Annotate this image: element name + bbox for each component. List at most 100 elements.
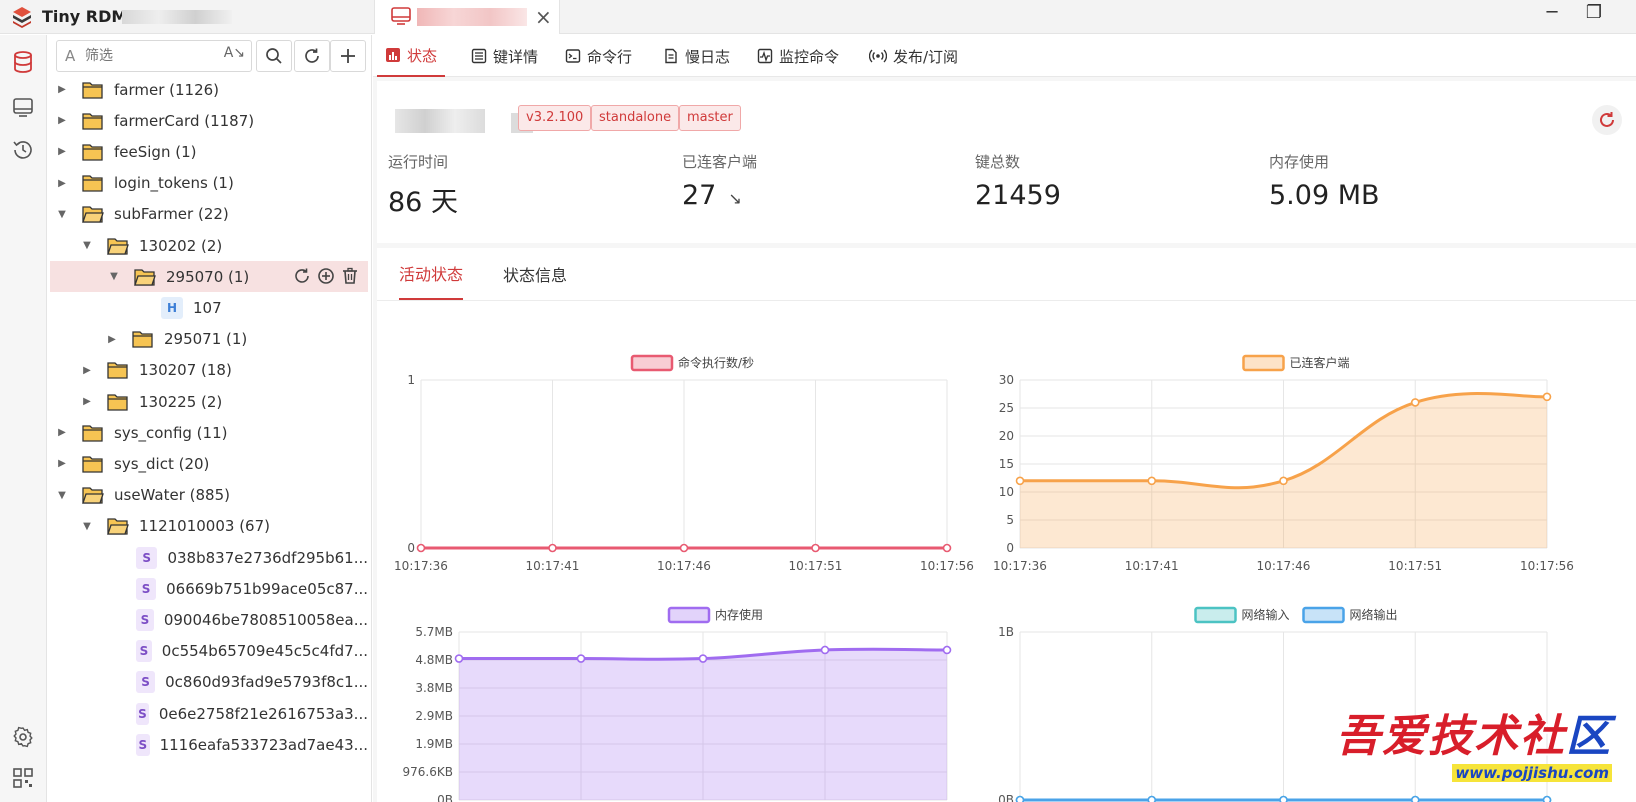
log-icon	[663, 48, 679, 64]
filter-type-label[interactable]: A	[65, 47, 75, 65]
tree-key-row[interactable]: S 038b837e2736df295b61...	[48, 542, 368, 573]
role-tag: master	[679, 105, 741, 131]
tree-folder-row[interactable]: ▼ 130202 (2)	[48, 230, 368, 261]
data-point	[1410, 795, 1420, 802]
history-icon[interactable]	[6, 133, 40, 167]
caret-right-icon[interactable]: ▶	[56, 458, 68, 469]
refresh-icon	[305, 48, 319, 63]
reload-icon[interactable]	[292, 265, 312, 287]
folder-icon	[107, 362, 128, 379]
clients-value: 27	[682, 180, 717, 211]
caret-down-icon[interactable]: ▼	[56, 490, 68, 501]
string-type-badge: S	[136, 640, 152, 663]
y-tick-label: 15	[999, 457, 1014, 471]
tree-key-row[interactable]: S 1116eafa533723ad7ae43...	[48, 729, 368, 760]
grid-icon[interactable]	[6, 761, 40, 795]
nav-rail	[0, 35, 47, 802]
minimize-button[interactable]: ─	[1534, 2, 1570, 23]
tree-folder-row[interactable]: ▶ feeSign (1)	[48, 136, 368, 167]
caret-right-icon[interactable]: ▶	[56, 178, 68, 189]
tree-folder-row[interactable]: ▶ sys_config (11)	[48, 417, 368, 448]
auto-refresh-button[interactable]	[1592, 105, 1622, 135]
caret-right-icon[interactable]: ▶	[56, 115, 68, 126]
data-point	[1542, 795, 1552, 802]
folder-open-icon	[134, 269, 156, 286]
caret-down-icon[interactable]: ▼	[81, 240, 93, 251]
tree-folder-row[interactable]: ▼ subFarmer (22)	[48, 199, 368, 230]
tree-row-label: useWater (885)	[114, 486, 230, 505]
tab-bar-chart[interactable]: 状态	[377, 35, 446, 77]
x-tick-label: 10:17:41	[1125, 559, 1179, 573]
tab-label: 监控命令	[779, 47, 840, 66]
version-tag: v3.2.100	[518, 105, 592, 131]
tab-pulse[interactable]: 监控命令	[749, 35, 847, 77]
trend-down-icon: ↘	[728, 189, 742, 208]
caret-right-icon[interactable]: ▶	[56, 146, 68, 157]
caret-down-icon[interactable]: ▼	[81, 521, 93, 532]
stat-value: 27 ↘	[682, 180, 757, 211]
tree-key-row[interactable]: S 06669b751b99ace05c87...	[48, 573, 368, 604]
trash-icon[interactable]	[340, 265, 360, 287]
caret-down-icon[interactable]: ▼	[108, 271, 120, 282]
y-tick-label: 5.7MB	[415, 625, 453, 639]
tree-row-label: feeSign (1)	[114, 142, 197, 161]
tree-folder-row[interactable]: ▶ 130207 (18)	[48, 355, 368, 386]
caret-right-icon[interactable]: ▶	[81, 365, 93, 376]
redacted-connection-name	[122, 10, 232, 24]
data-point	[1147, 795, 1157, 802]
tree-folder-row[interactable]: ▶ 295071 (1)	[48, 324, 368, 355]
string-type-badge: S	[136, 546, 158, 569]
redacted-tab-name	[417, 8, 527, 26]
watermark-text-red: 吾爱技术社	[1336, 711, 1566, 762]
tree-key-row[interactable]: S 0c554b65709e45c5c4fd7...	[48, 636, 368, 667]
connection-tab[interactable]: ×	[374, 0, 560, 34]
data-point	[1279, 795, 1288, 802]
data-point	[1147, 476, 1157, 486]
filter-bar: A A↘	[56, 40, 366, 72]
filter-input[interactable]	[85, 45, 215, 67]
tree-folder-row[interactable]: ▶ login_tokens (1)	[48, 168, 368, 199]
tab-log[interactable]: 慢日志	[655, 35, 738, 77]
caret-right-icon[interactable]: ▶	[106, 334, 118, 345]
tree-key-row[interactable]: H 107	[48, 292, 368, 323]
data-point	[679, 543, 689, 553]
data-point	[1015, 795, 1025, 802]
tree-row-label: 0c554b65709e45c5c4fd7...	[161, 642, 368, 661]
settings-icon[interactable]	[6, 720, 40, 754]
close-tab-icon[interactable]: ×	[535, 5, 552, 29]
stat-value: 5.09 MB	[1269, 180, 1380, 211]
tree-folder-row[interactable]: ▼ 1121010003 (67)	[48, 511, 368, 542]
y-tick-label: 976.6KB	[403, 765, 453, 779]
caret-right-icon[interactable]: ▶	[56, 84, 68, 95]
caret-right-icon[interactable]: ▶	[56, 427, 68, 438]
add-key-button[interactable]	[330, 40, 366, 72]
sort-icon[interactable]: A↘	[224, 45, 245, 61]
tree-key-row[interactable]: S 0e6e2758f21e2616753a3...	[48, 698, 368, 729]
tab-list[interactable]: 键详情	[463, 35, 546, 77]
caret-right-icon[interactable]: ▶	[81, 396, 93, 407]
add-circle-icon[interactable]	[316, 265, 336, 287]
folder-icon	[132, 331, 153, 348]
caret-down-icon[interactable]: ▼	[56, 209, 68, 220]
tree-folder-row[interactable]: ▶ farmer (1126)	[48, 74, 368, 105]
x-tick-label: 10:17:56	[920, 559, 974, 573]
tab-terminal[interactable]: 命令行	[557, 35, 640, 77]
search-button[interactable]	[256, 40, 292, 72]
tree-key-row[interactable]: S 0c860d93fad9e5793f8c1...	[48, 667, 368, 698]
tree-key-row[interactable]: S 090046be7808510058ea...	[48, 604, 368, 635]
tab-broadcast[interactable]: 发布/订阅	[861, 35, 966, 77]
data-point	[942, 645, 952, 655]
stat-label: 键总数	[975, 153, 1021, 171]
filter-box[interactable]: A A↘	[56, 40, 252, 72]
database-icon[interactable]	[6, 45, 40, 79]
tree-row-label: 1116eafa533723ad7ae43...	[159, 735, 368, 754]
tree-folder-row[interactable]: ▼ useWater (885)	[48, 480, 368, 511]
tree-folder-row[interactable]: ▶ sys_dict (20)	[48, 448, 368, 479]
tree-folder-row[interactable]: ▼ 295070 (1)	[50, 261, 368, 293]
tree-folder-row[interactable]: ▶ 130225 (2)	[48, 386, 368, 417]
tree-folder-row[interactable]: ▶ farmerCard (1187)	[48, 105, 368, 136]
refresh-button[interactable]	[294, 40, 330, 72]
restore-button[interactable]: ❐	[1576, 2, 1612, 23]
terminal-icon[interactable]	[6, 90, 40, 124]
tab-label: 键详情	[493, 47, 539, 66]
